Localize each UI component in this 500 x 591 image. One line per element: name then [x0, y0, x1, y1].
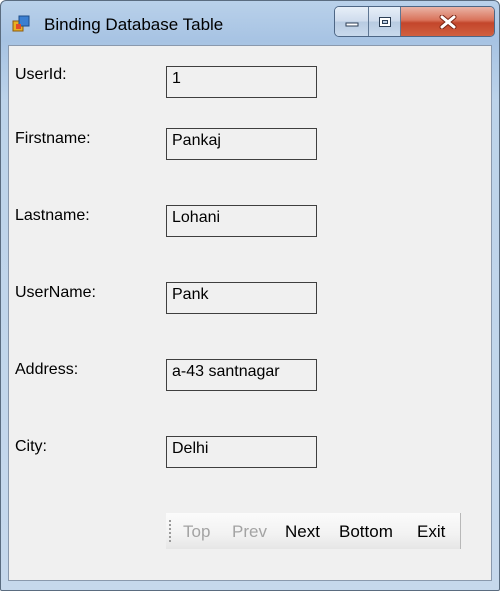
city-textbox[interactable]: Delhi: [166, 436, 317, 468]
close-button[interactable]: [400, 7, 494, 36]
city-label: City:: [15, 438, 47, 455]
minimize-button[interactable]: [335, 7, 368, 36]
exit-button[interactable]: Exit: [417, 522, 445, 542]
toolstrip-grip-icon[interactable]: [169, 520, 172, 542]
next-button[interactable]: Next: [285, 522, 320, 542]
address-textbox[interactable]: a-43 santnagar: [166, 359, 317, 391]
maximize-button[interactable]: [368, 7, 400, 36]
maximize-icon: [378, 16, 391, 27]
bottom-button[interactable]: Bottom: [339, 522, 393, 542]
userid-label: UserId:: [15, 66, 67, 83]
username-label: UserName:: [15, 284, 96, 301]
form-app-icon: [12, 15, 30, 32]
title-bar[interactable]: Binding Database Table: [1, 1, 499, 45]
address-label: Address:: [15, 361, 79, 378]
lastname-textbox[interactable]: Lohani: [166, 205, 317, 237]
window-title: Binding Database Table: [44, 15, 224, 34]
top-button[interactable]: Top: [183, 522, 210, 542]
close-icon: [439, 14, 456, 29]
window-controls: [334, 6, 495, 37]
username-textbox[interactable]: Pank: [166, 282, 317, 314]
firstname-label: Firstname:: [15, 130, 91, 147]
form-client-area: UserId: 1 Firstname: Pankaj Lastname: Lo…: [8, 45, 492, 581]
lastname-label: Lastname:: [15, 207, 90, 224]
navigation-toolstrip: Top Prev Next Bottom Exit: [166, 513, 461, 549]
main-window: Binding Database Table UserId: 1 Firstna…: [0, 0, 500, 591]
firstname-textbox[interactable]: Pankaj: [166, 128, 317, 160]
prev-button[interactable]: Prev: [232, 522, 267, 542]
userid-textbox[interactable]: 1: [166, 66, 317, 98]
minimize-icon: [345, 22, 358, 26]
